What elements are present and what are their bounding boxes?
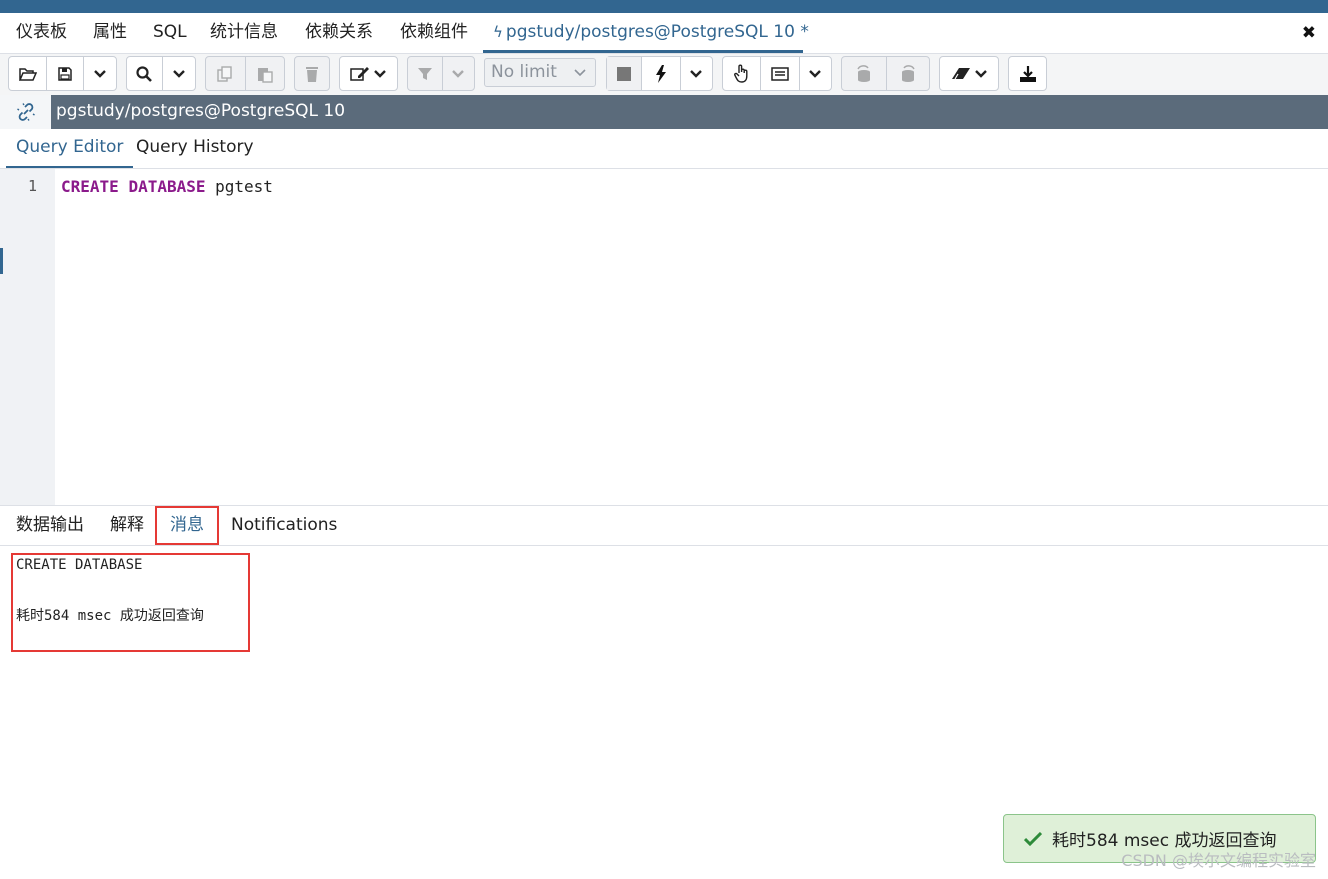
sql-code-editor[interactable]: 1 CREATE DATABASE pgtest <box>3 169 1328 505</box>
tab-dashboard[interactable]: 仪表板 <box>16 13 67 53</box>
edit-button-group <box>339 56 398 91</box>
chevron-down-icon <box>93 69 106 78</box>
transaction-button-group <box>841 56 930 91</box>
chevron-down-icon <box>974 69 987 78</box>
filter-button[interactable] <box>408 57 442 90</box>
save-file-button[interactable] <box>46 57 82 90</box>
download-button[interactable] <box>1009 57 1046 90</box>
stop-button[interactable] <box>607 57 642 90</box>
tab-properties[interactable]: 属性 <box>93 13 127 53</box>
chevron-down-icon <box>573 59 587 95</box>
line-number: 1 <box>27 177 37 195</box>
filter-dropdown-button[interactable] <box>441 57 474 90</box>
code-line[interactable]: CREATE DATABASE pgtest <box>61 177 273 196</box>
bolt-icon: ϟ <box>493 23 503 41</box>
editor-tab-bar: Query Editor Query History <box>0 129 1328 169</box>
chevron-down-icon <box>452 69 465 78</box>
download-button-group <box>1008 56 1047 91</box>
tab-dependencies[interactable]: 依赖关系 <box>305 13 373 53</box>
sql-identifier: pgtest <box>215 177 273 196</box>
execute-button[interactable] <box>641 57 679 90</box>
edit-icon <box>350 66 369 81</box>
save-dropdown-button[interactable] <box>82 57 116 90</box>
explain-button-group <box>722 56 832 91</box>
delete-button[interactable] <box>295 57 329 90</box>
find-button-group <box>126 56 196 91</box>
connection-status-button[interactable] <box>0 95 51 129</box>
find-button[interactable] <box>127 57 162 90</box>
file-button-group <box>8 56 117 91</box>
row-limit-value: No limit <box>491 62 557 82</box>
query-toolbar: No limit <box>0 54 1328 96</box>
main-tab-bar: 仪表板 属性 SQL 统计信息 依赖关系 依赖组件 ϟ pgstudy/postg… <box>0 13 1328 54</box>
delete-icon <box>306 66 318 82</box>
chevron-down-icon <box>173 69 185 78</box>
open-file-button[interactable] <box>9 57 46 90</box>
download-icon <box>1019 65 1036 82</box>
commit-icon <box>857 64 870 82</box>
link-icon <box>16 103 35 121</box>
paste-button[interactable] <box>244 57 284 90</box>
tab-sql[interactable]: SQL <box>153 13 187 53</box>
tab-query-tool[interactable]: ϟ pgstudy/postgres@PostgreSQL 10 * <box>483 13 809 53</box>
tab-statistics[interactable]: 统计信息 <box>210 13 278 53</box>
search-icon <box>136 65 153 82</box>
tab-query-editor[interactable]: Query Editor <box>6 129 134 168</box>
messages-highlight-box <box>11 553 250 652</box>
clipboard-button-group <box>205 56 285 91</box>
chevron-down-icon <box>809 69 822 78</box>
tab-data-output[interactable]: 数据输出 <box>16 506 84 546</box>
sql-keyword: CREATE <box>61 177 119 196</box>
sql-keyword: DATABASE <box>128 177 206 196</box>
execute-dropdown-button[interactable] <box>679 57 712 90</box>
watermark: CSDN @埃尔文编程实验室 <box>1121 851 1316 870</box>
commit-button[interactable] <box>842 57 886 90</box>
check-icon <box>1024 831 1042 846</box>
chevron-down-icon <box>690 69 703 78</box>
copy-icon <box>217 65 233 82</box>
tab-query-history[interactable]: Query History <box>126 129 264 168</box>
copy-button[interactable] <box>206 57 245 90</box>
clear-button-group <box>939 56 999 91</box>
clear-dropdown-button[interactable] <box>940 57 998 90</box>
folder-open-icon <box>18 67 37 81</box>
tab-explain[interactable]: 解释 <box>110 506 144 546</box>
rollback-icon <box>901 64 915 82</box>
messages-tab-highlight <box>155 506 219 545</box>
edit-dropdown-button[interactable] <box>340 57 397 90</box>
filter-button-group <box>407 56 475 91</box>
result-tab-bar: 数据输出 解释 消息 Notifications <box>0 505 1328 546</box>
paste-icon <box>257 67 273 83</box>
connection-title: pgstudy/postgres@PostgreSQL 10 <box>51 95 1328 129</box>
explain-analyze-icon <box>771 66 789 81</box>
explain-button[interactable] <box>723 57 760 90</box>
connection-bar: pgstudy/postgres@PostgreSQL 10 <box>0 95 1328 129</box>
tab-dependents[interactable]: 依赖组件 <box>400 13 468 53</box>
app-top-bar <box>0 0 1328 13</box>
close-icon[interactable]: ✖ <box>1302 23 1316 43</box>
find-dropdown-button[interactable] <box>161 57 195 90</box>
delete-button-group <box>294 56 330 91</box>
row-limit-select[interactable]: No limit <box>484 58 596 87</box>
filter-icon <box>417 67 432 80</box>
explain-dropdown-button[interactable] <box>798 57 831 90</box>
explain-hand-icon <box>733 64 748 83</box>
rollback-button[interactable] <box>885 57 930 90</box>
stop-icon <box>617 66 632 81</box>
execute-button-group <box>606 56 713 91</box>
clear-eraser-icon <box>951 67 970 79</box>
execute-bolt-icon <box>655 64 666 83</box>
line-number-gutter: 1 <box>3 169 55 505</box>
chevron-down-icon <box>374 69 386 78</box>
query-tab-label: pgstudy/postgres@PostgreSQL 10 * <box>505 22 809 42</box>
save-icon <box>58 66 72 81</box>
tab-notifications[interactable]: Notifications <box>231 506 337 546</box>
explain-analyze-button[interactable] <box>760 57 798 90</box>
